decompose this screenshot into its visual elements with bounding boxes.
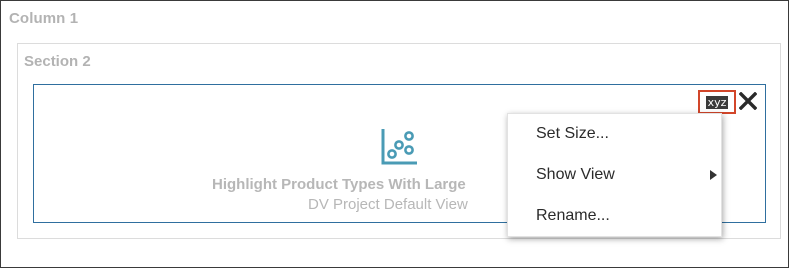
menu-item-show-view[interactable]: Show View — [508, 157, 721, 193]
view-subtitle: DV Project Default View — [308, 196, 468, 213]
submenu-arrow-icon — [710, 170, 717, 180]
context-menu: Set Size... Show View Rename... — [507, 113, 722, 237]
menu-item-rename[interactable]: Rename... — [508, 198, 721, 234]
menu-item-label: Rename... — [536, 207, 610, 224]
close-icon[interactable] — [739, 92, 757, 110]
section-title: Section 2 — [24, 53, 91, 70]
xyz-badge: xyz — [706, 96, 728, 109]
menu-item-label: Set Size... — [536, 125, 609, 142]
menu-item-set-size[interactable]: Set Size... — [508, 116, 721, 152]
column-title: Column 1 — [9, 10, 79, 27]
menu-item-label: Show View — [536, 166, 615, 183]
scatter-chart-icon — [381, 129, 417, 165]
view-title: Highlight Product Types With Large — [212, 176, 466, 193]
xyz-badge-button[interactable]: xyz — [698, 90, 736, 114]
canvas-frame: Column 1 Section 2 Highlight Product Typ… — [0, 0, 789, 268]
